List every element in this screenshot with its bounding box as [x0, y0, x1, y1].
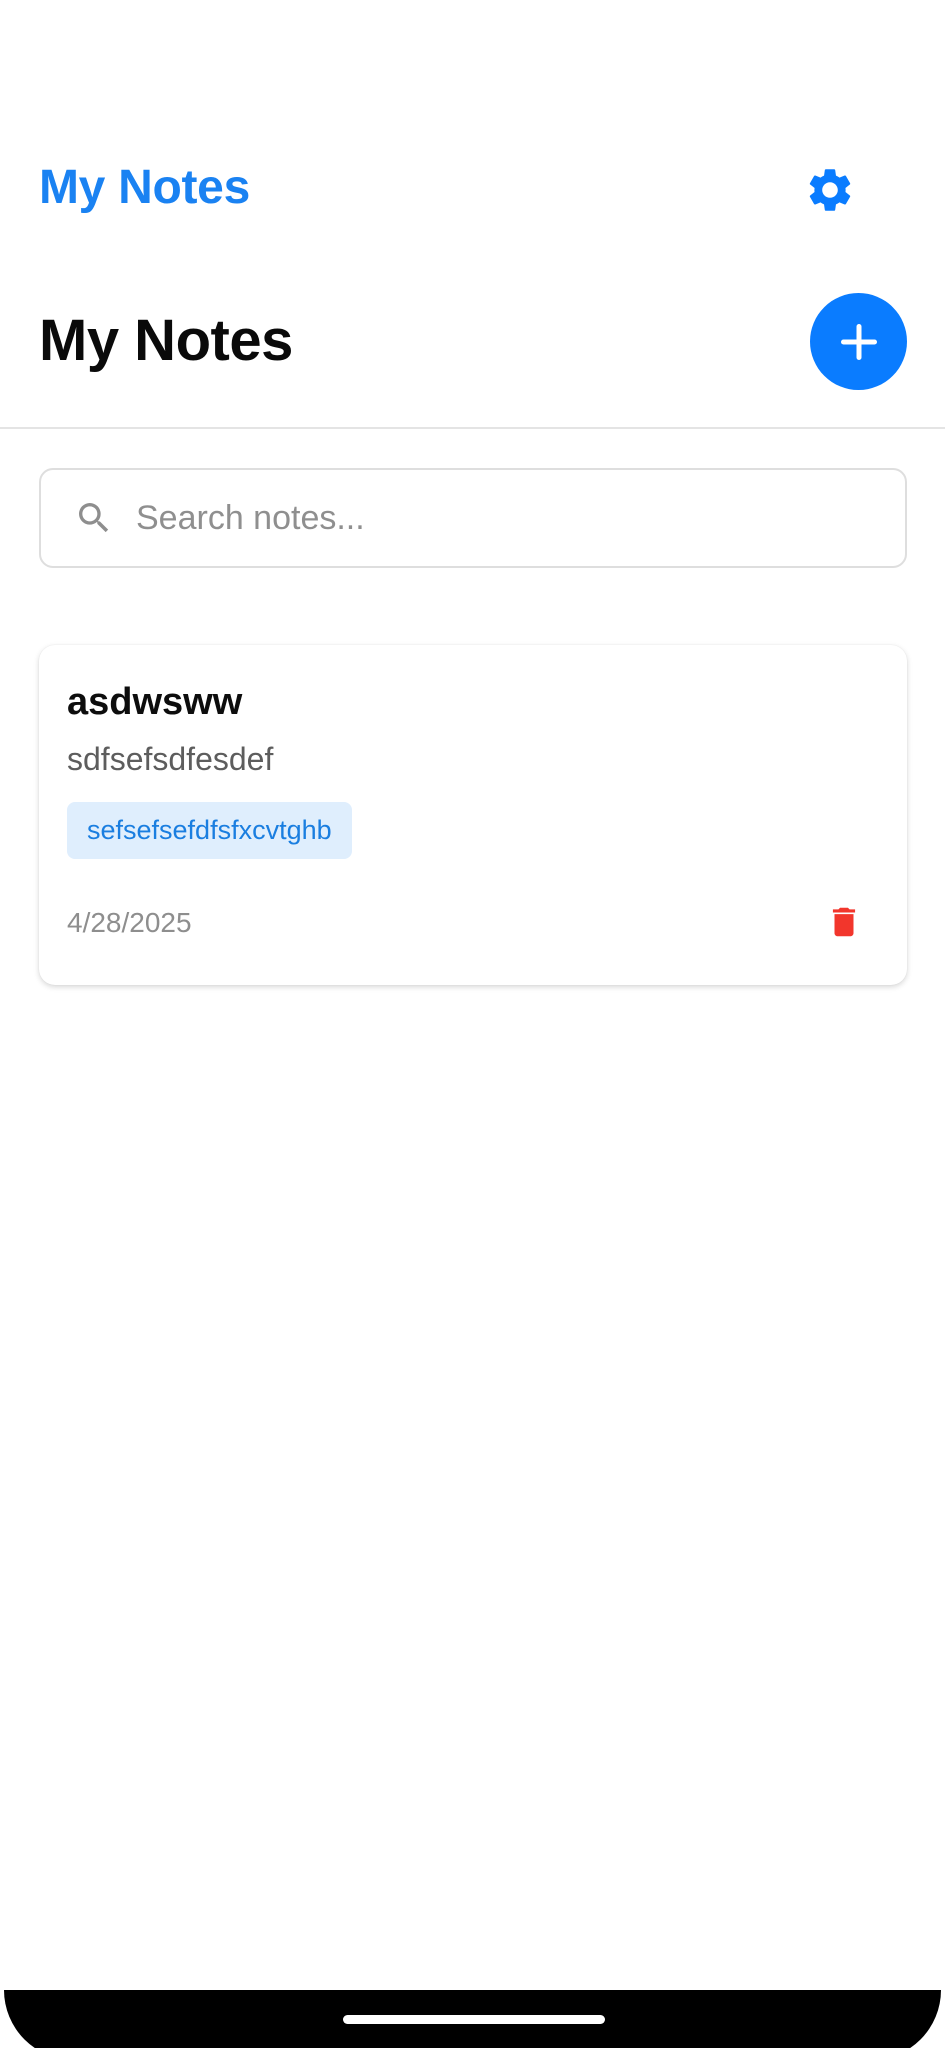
add-note-button[interactable] — [810, 293, 907, 390]
notes-screen: My Notes My Notes asdwsww sdfsefsdfesdef… — [0, 0, 945, 2048]
note-title: asdwsww — [67, 681, 243, 723]
search-bar[interactable] — [39, 468, 907, 568]
app-title: My Notes — [39, 161, 250, 214]
app-bar: My Notes — [0, 130, 945, 250]
plus-icon — [840, 323, 877, 360]
note-body: sdfsefsdfesdef — [67, 741, 274, 777]
system-navigation-bar — [4, 1990, 941, 2048]
gear-icon — [809, 169, 851, 211]
header: My Notes — [0, 275, 945, 429]
note-date: 4/28/2025 — [67, 907, 192, 938]
delete-note-button[interactable] — [819, 897, 869, 947]
page-title: My Notes — [39, 308, 293, 373]
home-indicator[interactable] — [343, 2015, 605, 2024]
trash-icon — [832, 907, 856, 937]
note-card[interactable]: asdwsww sdfsefsdfesdef sefsefsefdfsfxcvt… — [39, 645, 907, 985]
search-icon — [79, 503, 109, 533]
settings-button[interactable] — [798, 158, 862, 222]
header-divider — [0, 427, 945, 429]
search-input[interactable] — [136, 470, 876, 566]
note-tag[interactable]: sefsefsefdfsfxcvtghb — [67, 802, 352, 859]
